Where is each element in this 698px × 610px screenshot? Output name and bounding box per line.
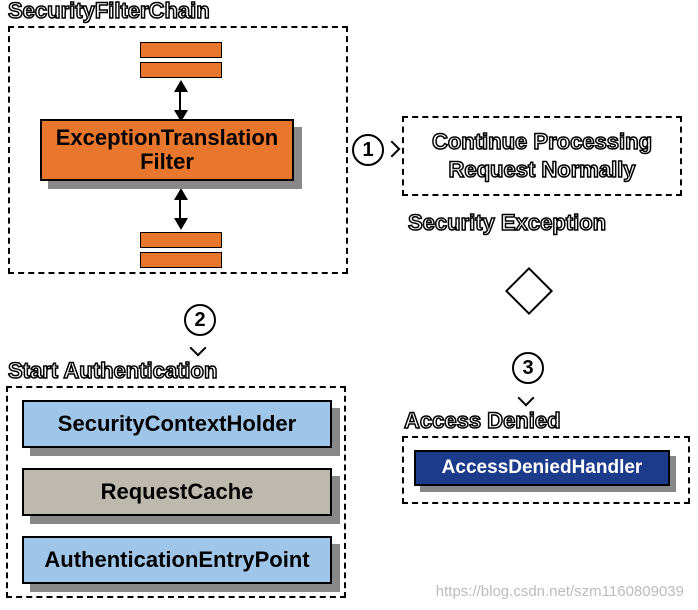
arrowhead-down-icon bbox=[190, 340, 207, 357]
step-2-badge: 2 bbox=[184, 304, 216, 336]
filter-bar-icon bbox=[140, 62, 222, 78]
bidirectional-arrow-icon bbox=[179, 90, 181, 112]
filter-bar-icon bbox=[140, 42, 222, 58]
step-1-badge: 1 bbox=[352, 134, 384, 166]
continue-processing-group: Continue Processing Request Normally bbox=[402, 116, 682, 196]
filter-bar-icon bbox=[140, 232, 222, 248]
security-filter-chain-label: SecurityFilterChain bbox=[8, 0, 210, 22]
decision-diamond-icon bbox=[505, 267, 553, 315]
authentication-entry-point-box: AuthenticationEntryPoint bbox=[22, 536, 332, 584]
arrowhead-right-icon bbox=[384, 141, 401, 158]
bidirectional-arrow-icon bbox=[179, 198, 181, 220]
request-cache-box: RequestCache bbox=[22, 468, 332, 516]
arrowhead-down-icon bbox=[518, 390, 535, 407]
start-authentication-label: Start Authentication bbox=[8, 360, 217, 382]
filter-bar-icon bbox=[140, 252, 222, 268]
security-exception-label: Security Exception bbox=[408, 210, 606, 236]
start-authentication-group: SecurityContextHolder RequestCache Authe… bbox=[6, 386, 346, 598]
watermark: https://blog.csdn.net/szm1160809039 bbox=[436, 583, 684, 600]
exception-translation-filter-box: ExceptionTranslation Filter bbox=[40, 119, 294, 181]
access-denied-label: Access Denied bbox=[404, 410, 561, 432]
step-3-badge: 3 bbox=[512, 352, 544, 384]
security-context-holder-box: SecurityContextHolder bbox=[22, 400, 332, 448]
access-denied-handler-box: AccessDeniedHandler bbox=[414, 450, 670, 486]
